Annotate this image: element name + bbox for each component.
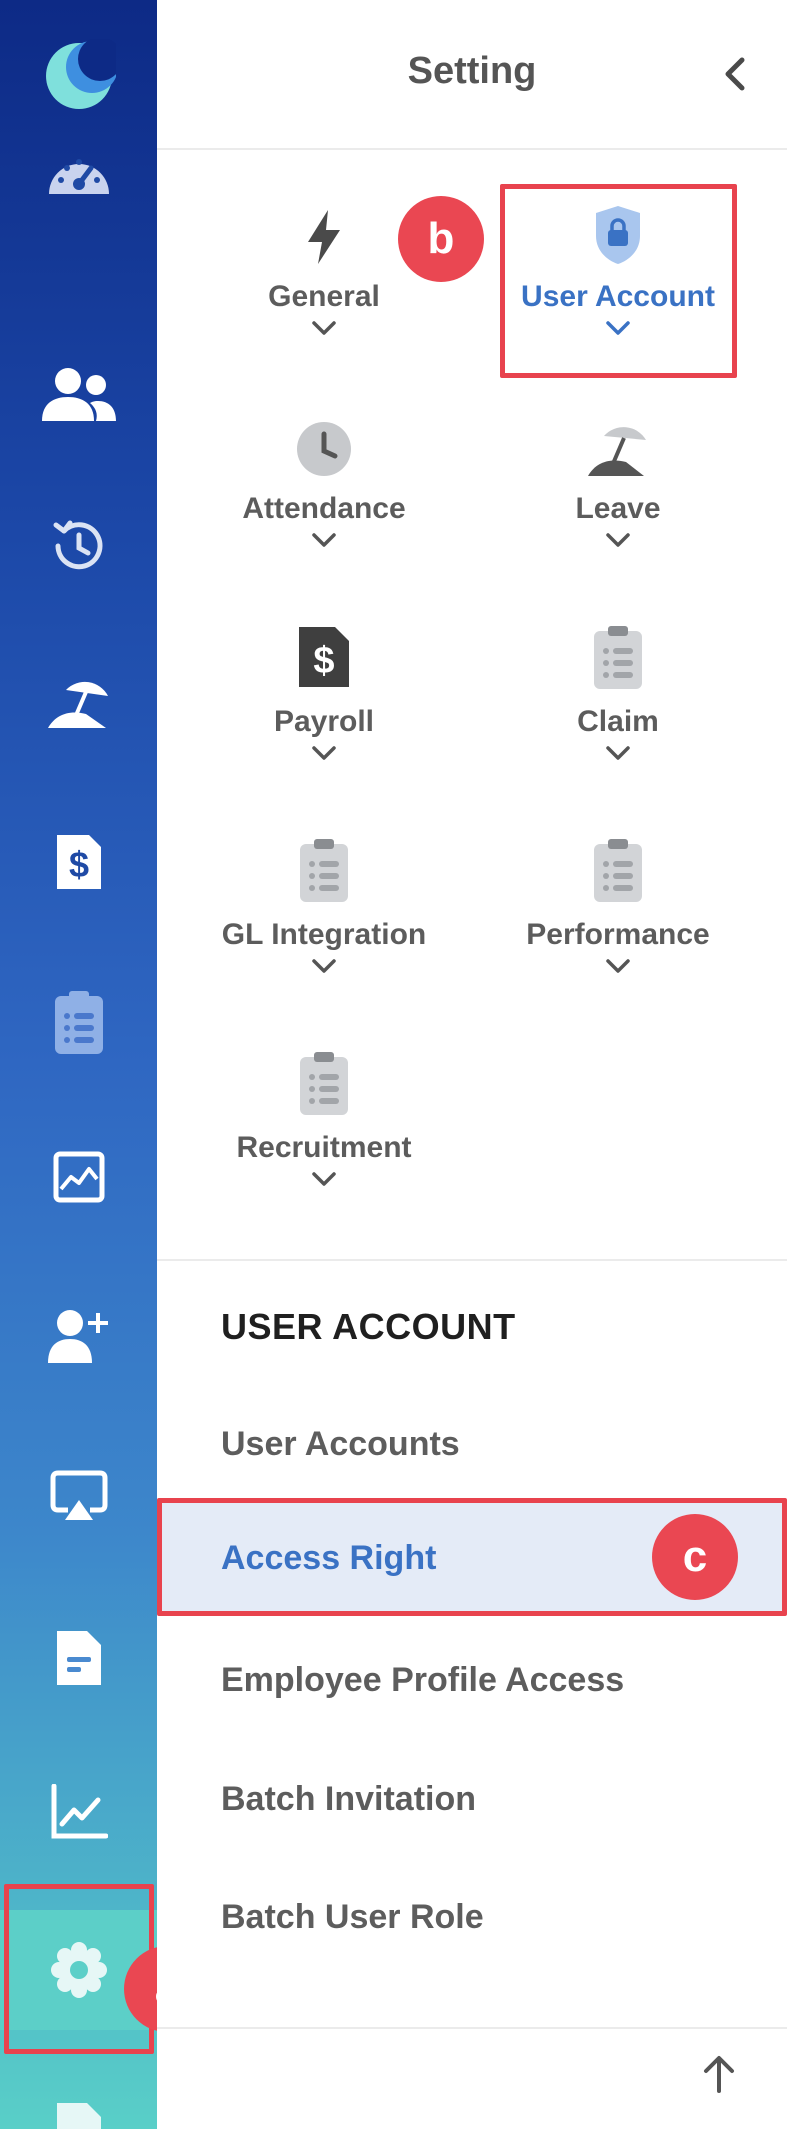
beach-umbrella-icon — [47, 681, 108, 728]
moon-logo-icon — [45, 39, 116, 109]
chevron-down-icon — [312, 533, 336, 547]
clock-history-icon — [53, 520, 102, 570]
category-gl-integration[interactable]: GL Integration — [179, 832, 469, 1032]
chevron-left-icon — [725, 57, 745, 91]
menu-item-batch-invitation[interactable]: Batch Invitation — [157, 1744, 787, 1854]
menu-item-batch-user-role[interactable]: Batch User Role — [157, 1862, 787, 1972]
settings-panel: Setting General User Account Attendance — [157, 0, 787, 2129]
dashboard-gauge-icon — [48, 159, 109, 194]
chevron-down-icon — [312, 321, 336, 335]
clipboard-list-icon — [54, 991, 103, 1054]
clipboard-list-icon — [594, 626, 642, 689]
rail-item-people[interactable] — [0, 335, 157, 455]
document-icon — [56, 1631, 101, 1685]
category-payroll[interactable]: $ Payroll — [179, 619, 469, 819]
category-label: Leave — [575, 492, 661, 525]
svg-text:$: $ — [313, 640, 334, 682]
screen-cast-icon — [50, 1470, 107, 1520]
document-partial-icon — [56, 2103, 101, 2129]
category-recruitment[interactable]: Recruitment — [179, 1045, 469, 1245]
clock-icon — [297, 422, 351, 476]
rail-item-payroll[interactable]: $ — [0, 802, 157, 922]
rail-item-more-documents[interactable] — [0, 2070, 157, 2129]
category-label: GL Integration — [221, 918, 427, 951]
payroll-dollar-icon: $ — [56, 835, 101, 889]
add-user-icon — [47, 1310, 108, 1363]
category-label: Attendance — [242, 492, 406, 525]
menu-item-user-accounts[interactable]: User Accounts — [157, 1389, 787, 1499]
clipboard-list-icon — [300, 839, 348, 902]
svg-text:$: $ — [68, 844, 88, 885]
clipboard-list-icon — [594, 839, 642, 902]
arrow-up-icon — [704, 2056, 734, 2093]
rail-item-dashboard[interactable] — [0, 113, 157, 233]
scroll-to-top-button[interactable] — [697, 2052, 741, 2096]
category-label: Claim — [577, 705, 659, 738]
category-label: Performance — [526, 918, 710, 951]
rail-item-training[interactable] — [0, 1436, 157, 1556]
people-icon — [41, 368, 116, 421]
rail-item-add-user[interactable] — [0, 1276, 157, 1396]
rail-item-time-history[interactable] — [0, 486, 157, 606]
rail-item-claim[interactable] — [0, 963, 157, 1083]
category-label: Payroll — [273, 705, 375, 738]
category-performance[interactable]: Performance — [473, 832, 763, 1032]
collapse-panel-button[interactable] — [713, 52, 757, 96]
chevron-down-icon — [606, 959, 630, 973]
chevron-down-icon — [606, 533, 630, 547]
beach-umbrella-icon — [588, 427, 646, 476]
highlight-box-user-account — [500, 184, 737, 378]
chart-image-icon — [53, 1151, 104, 1203]
category-leave[interactable]: Leave — [473, 406, 763, 606]
section-heading: USER ACCOUNT — [221, 1306, 516, 1347]
chevron-down-icon — [312, 746, 336, 760]
payroll-dollar-icon: $ — [299, 627, 349, 687]
chevron-down-icon — [606, 746, 630, 760]
chevron-down-icon — [312, 959, 336, 973]
lightning-icon — [308, 210, 340, 264]
category-label: Recruitment — [236, 1131, 412, 1164]
clipboard-list-icon — [300, 1052, 348, 1115]
page-title: Setting — [407, 50, 537, 92]
category-attendance[interactable]: Attendance — [179, 406, 469, 606]
category-label: General — [268, 280, 380, 313]
panel-header: Setting — [157, 0, 787, 150]
annotation-badge-c: c — [652, 1514, 738, 1600]
rail-item-reports-image[interactable] — [0, 1117, 157, 1237]
section-divider — [157, 1259, 787, 1261]
footer-divider — [157, 2027, 787, 2029]
menu-item-employee-profile-access[interactable]: Employee Profile Access — [157, 1625, 787, 1735]
rail-item-leave[interactable] — [0, 640, 157, 760]
line-chart-icon — [51, 1784, 108, 1839]
annotation-badge-b: b — [398, 196, 484, 282]
rail-item-documents[interactable] — [0, 1598, 157, 1718]
category-claim[interactable]: Claim — [473, 619, 763, 819]
rail-item-analytics[interactable] — [0, 1752, 157, 1872]
left-navigation-rail: $ — [0, 0, 157, 2129]
chevron-down-icon — [312, 1172, 336, 1186]
